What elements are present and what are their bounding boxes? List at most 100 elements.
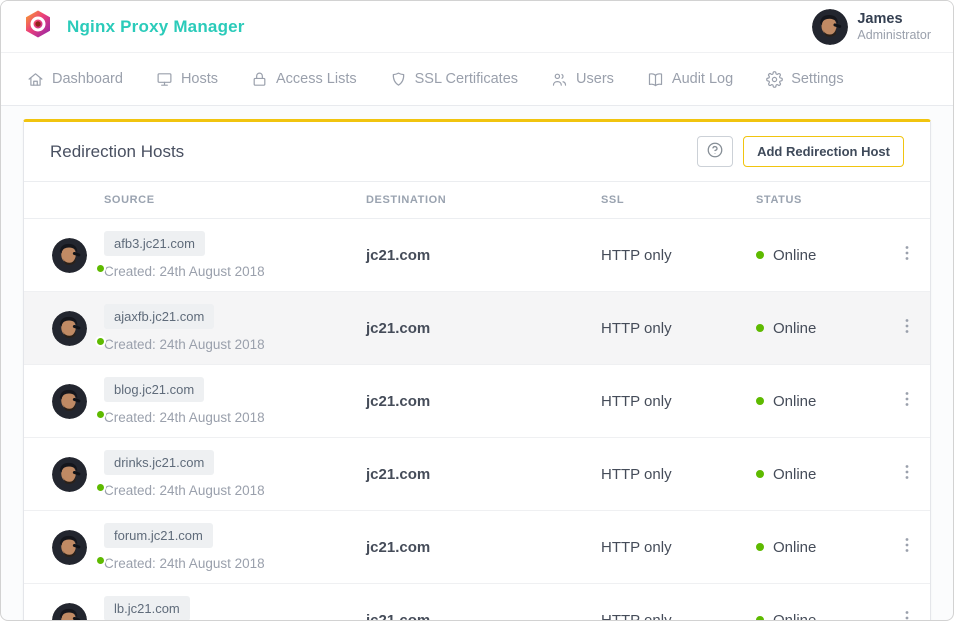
nav-item-users[interactable]: Users: [551, 71, 614, 88]
column-header-ssl: SSL: [601, 194, 756, 206]
created-date: Created: 24th August 2018: [104, 556, 366, 571]
owner-avatar: [52, 457, 104, 492]
book-icon: [647, 71, 664, 88]
monitor-icon: [156, 71, 173, 88]
nav-item-audit-log[interactable]: Audit Log: [647, 71, 733, 88]
page-title: Redirection Hosts: [50, 142, 184, 162]
table-row: drinks.jc21.com Created: 24th August 201…: [24, 438, 930, 511]
table-row: afb3.jc21.com Created: 24th August 2018 …: [24, 219, 930, 292]
online-presence-dot: [95, 336, 106, 347]
app-title: Nginx Proxy Manager: [67, 17, 245, 37]
column-header-destination: DESTINATION: [366, 194, 601, 206]
destination-domain: jc21.com: [366, 320, 601, 337]
source-domain-badge: lb.jc21.com: [104, 596, 190, 621]
redirection-hosts-card: Redirection Hosts Add Redirection Host S…: [23, 119, 931, 621]
kebab-icon: [900, 245, 914, 266]
online-presence-dot: [95, 555, 106, 566]
users-icon: [551, 71, 568, 88]
table-row: blog.jc21.com Created: 24th August 2018 …: [24, 365, 930, 438]
row-actions-menu-button[interactable]: [894, 315, 920, 341]
online-presence-dot: [95, 482, 106, 493]
row-actions-menu-button[interactable]: [894, 461, 920, 487]
nav-label: Settings: [791, 71, 843, 87]
user-role: Administrator: [857, 28, 931, 44]
created-date: Created: 24th August 2018: [104, 410, 366, 425]
online-presence-dot: [95, 409, 106, 420]
kebab-icon: [900, 464, 914, 485]
user-avatar: [812, 9, 847, 44]
status-dot: [756, 543, 764, 551]
nav-item-settings[interactable]: Settings: [766, 71, 843, 88]
kebab-icon: [900, 391, 914, 412]
app-window: Nginx Proxy Manager James Administrator: [0, 0, 954, 621]
nav-label: Dashboard: [52, 71, 123, 87]
nav-label: Users: [576, 71, 614, 87]
status-label: Online: [773, 393, 816, 410]
nav-label: Audit Log: [672, 71, 733, 87]
row-actions-menu-button[interactable]: [894, 534, 920, 560]
ssl-mode: HTTP only: [601, 247, 756, 264]
nav-label: Access Lists: [276, 71, 357, 87]
column-header-source: SOURCE: [104, 194, 366, 206]
status-label: Online: [773, 612, 816, 621]
source-domain-badge: ajaxfb.jc21.com: [104, 304, 214, 329]
row-actions-menu-button[interactable]: [894, 607, 920, 621]
row-actions-menu-button[interactable]: [894, 388, 920, 414]
kebab-icon: [900, 318, 914, 339]
status-label: Online: [773, 539, 816, 556]
status-dot: [756, 397, 764, 405]
add-redirection-host-button[interactable]: Add Redirection Host: [743, 136, 904, 167]
lock-icon: [251, 71, 268, 88]
table-row: lb.jc21.com Created: 24th August 2018 jc…: [24, 584, 930, 621]
status-label: Online: [773, 247, 816, 264]
kebab-icon: [900, 537, 914, 558]
help-button[interactable]: [697, 136, 733, 167]
destination-domain: jc21.com: [366, 247, 601, 264]
help-circle-icon: [706, 141, 724, 162]
status-dot: [756, 616, 764, 621]
owner-avatar: [52, 603, 104, 621]
row-actions-menu-button[interactable]: [894, 242, 920, 268]
table-row: forum.jc21.com Created: 24th August 2018…: [24, 511, 930, 584]
created-date: Created: 24th August 2018: [104, 337, 366, 352]
column-header-status: STATUS: [756, 194, 882, 206]
status-dot: [756, 251, 764, 259]
created-date: Created: 24th August 2018: [104, 483, 366, 498]
app-logo-icon: [23, 9, 53, 44]
page-content: Redirection Hosts Add Redirection Host S…: [1, 106, 953, 621]
status-dot: [756, 470, 764, 478]
destination-domain: jc21.com: [366, 612, 601, 621]
destination-domain: jc21.com: [366, 393, 601, 410]
status-dot: [756, 324, 764, 332]
table-header-row: SOURCE DESTINATION SSL STATUS: [24, 182, 930, 219]
table-row: ajaxfb.jc21.com Created: 24th August 201…: [24, 292, 930, 365]
status-label: Online: [773, 320, 816, 337]
created-date: Created: 24th August 2018: [104, 264, 366, 279]
owner-avatar: [52, 238, 104, 273]
ssl-mode: HTTP only: [601, 539, 756, 556]
shield-icon: [390, 71, 407, 88]
nav-label: SSL Certificates: [415, 71, 518, 87]
owner-avatar: [52, 530, 104, 565]
user-name: James: [857, 10, 931, 28]
status-label: Online: [773, 466, 816, 483]
owner-avatar: [52, 311, 104, 346]
top-bar: Nginx Proxy Manager James Administrator: [1, 1, 953, 53]
nav-item-access-lists[interactable]: Access Lists: [251, 71, 357, 88]
nav-item-dashboard[interactable]: Dashboard: [27, 71, 123, 88]
nav-item-hosts[interactable]: Hosts: [156, 71, 218, 88]
user-menu[interactable]: James Administrator: [812, 9, 931, 44]
kebab-icon: [900, 610, 914, 621]
online-presence-dot: [95, 263, 106, 274]
ssl-mode: HTTP only: [601, 320, 756, 337]
nav-item-ssl-certificates[interactable]: SSL Certificates: [390, 71, 518, 88]
gear-icon: [766, 71, 783, 88]
nav-label: Hosts: [181, 71, 218, 87]
source-domain-badge: afb3.jc21.com: [104, 231, 205, 256]
brand-link[interactable]: Nginx Proxy Manager: [23, 9, 245, 44]
destination-domain: jc21.com: [366, 539, 601, 556]
source-domain-badge: forum.jc21.com: [104, 523, 213, 548]
home-icon: [27, 71, 44, 88]
ssl-mode: HTTP only: [601, 612, 756, 621]
ssl-mode: HTTP only: [601, 466, 756, 483]
